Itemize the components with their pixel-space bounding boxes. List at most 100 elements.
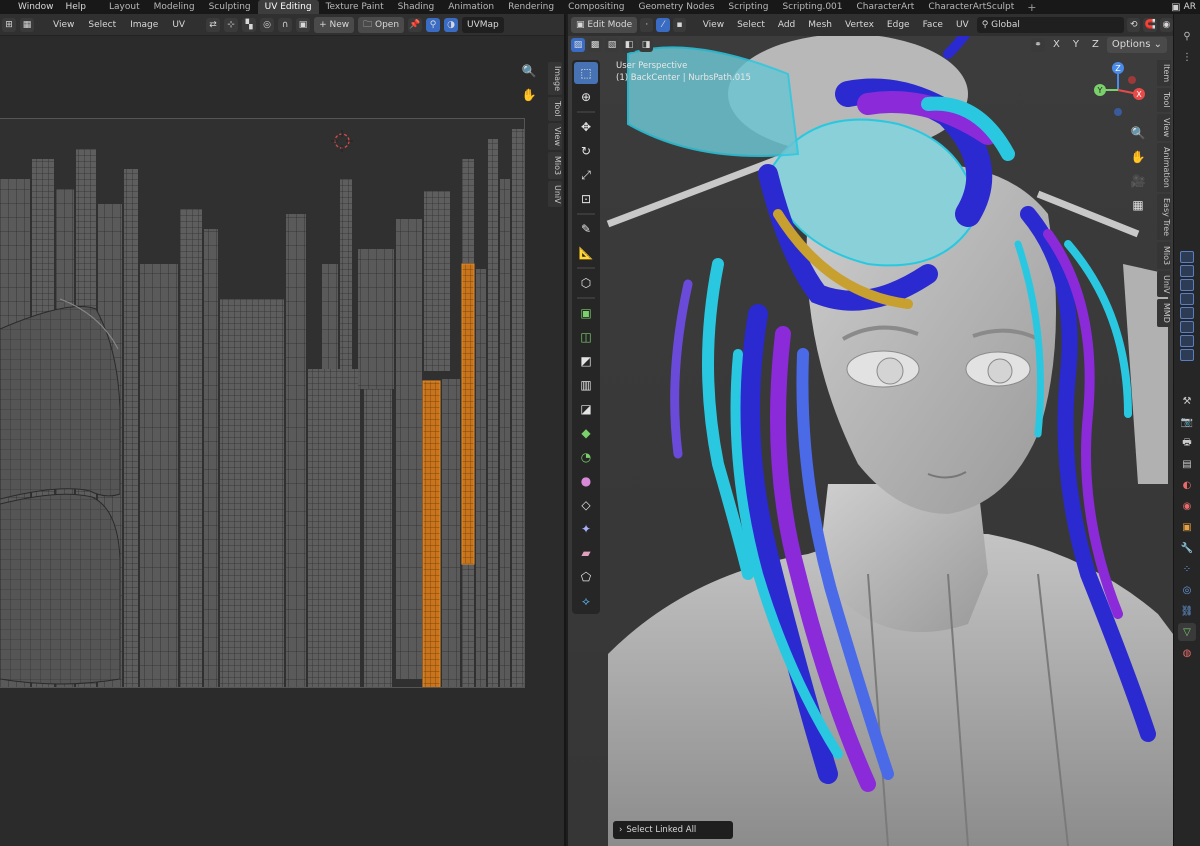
inset-tool-icon[interactable]: ◫ [574,326,598,348]
outliner-mesh-icon[interactable] [1180,265,1194,277]
measure-tool-icon[interactable]: 📐 [574,242,598,264]
uv-tab-image[interactable]: Image [548,62,562,96]
physics-props-icon[interactable]: ◎ [1178,581,1196,599]
spin-tool-icon[interactable]: ◔ [574,446,598,468]
vp-zoom-icon[interactable]: 🔍 [1127,122,1149,144]
uv-tool-extra-icon[interactable]: ⟡ [574,590,598,612]
pivot-icon[interactable]: ⟲ [1127,18,1141,32]
pin-icon[interactable]: 📌 [408,17,423,32]
uv-menu-uv[interactable]: UV [167,17,190,33]
rotate-tool-icon[interactable]: ↻ [574,140,598,162]
image-browse-icon[interactable]: ▣ [296,17,311,32]
scene-name[interactable]: AR [1184,2,1196,12]
uv-canvas[interactable] [0,118,525,688]
3d-viewport[interactable]: ▣ Edit Mode · ⁄ ▪ View Select Add Mesh V… [568,14,1173,846]
smooth-tool-icon[interactable]: ● [574,470,598,492]
open-image-button[interactable]: 🗀 Open [358,16,405,33]
uv-tab-view[interactable]: View [548,122,562,150]
output-props-icon[interactable]: 🖶 [1178,434,1196,452]
scale-tool-icon[interactable]: ⤢ [574,164,598,186]
material-props-icon[interactable]: ◍ [1178,644,1196,662]
vp-menu-view[interactable]: View [698,17,729,33]
uv-snap-icon[interactable]: ⊹ [224,17,239,32]
workspace-tab-characterart[interactable]: CharacterArt [850,0,922,14]
vp-menu-vertex[interactable]: Vertex [840,17,879,33]
overlay-icon[interactable]: ◑ [444,17,459,32]
island-select-icon[interactable]: ▚ [242,17,257,32]
vp-tab-mio3[interactable]: Mio3 [1157,241,1171,269]
particles-props-icon[interactable]: ⁘ [1178,560,1196,578]
navigation-gizmo[interactable]: Z X Y [1088,60,1148,120]
uv-zoom-icon[interactable]: 🔍 [518,60,540,82]
workspace-tab-characterartsculpt[interactable]: CharacterArtSculpt [921,0,1021,14]
vp-menu-uv[interactable]: UV [951,17,974,33]
vp-menu-face[interactable]: Face [918,17,948,33]
bevel-tool-icon[interactable]: ◩ [574,350,598,372]
object-props-icon[interactable]: ▣ [1178,518,1196,536]
move-tool-icon[interactable]: ✥ [574,116,598,138]
workspace-tab-modeling[interactable]: Modeling [147,0,202,14]
uv-menu-image[interactable]: Image [125,17,163,33]
workspace-tab-compositing[interactable]: Compositing [561,0,631,14]
last-operator-panel[interactable]: › Select Linked All [613,821,733,839]
uvmap-selector[interactable]: UVMap [462,16,504,33]
camera-view-icon[interactable]: 🎥 [1127,170,1149,192]
outliner-mesh-icon[interactable] [1180,251,1194,263]
workspace-tab-layout[interactable]: Layout [102,0,147,14]
uv-2d-cursor-icon[interactable] [331,130,353,152]
annotate-tool-icon[interactable]: ✎ [574,218,598,240]
workspace-tab-scripting[interactable]: Scripting [721,0,775,14]
outliner-mesh-icon[interactable] [1180,349,1194,361]
vp-pan-icon[interactable]: ✋ [1127,146,1149,168]
proportional-icon[interactable]: ◉ [1159,18,1173,32]
extrude-tool-icon[interactable]: ▣ [574,302,598,324]
workspace-tab-animation[interactable]: Animation [441,0,501,14]
cursor-tool-icon[interactable]: ⊕ [574,86,598,108]
menu-window[interactable]: Window [0,0,60,14]
uv-select-mode-icon[interactable]: ▦ [20,17,34,32]
uv-pan-icon[interactable]: ✋ [518,84,540,106]
shear-tool-icon[interactable]: ▰ [574,542,598,564]
outliner-filter-icon[interactable]: ⚲ [1178,27,1196,45]
uv-editor[interactable]: ⊞ ▦ View Select Image UV ⇄ ⊹ ▚ ◎ ∩ ▣ + N… [0,14,566,846]
scene-icon[interactable]: ▣ [1171,2,1180,13]
outliner-mesh-icon[interactable] [1180,307,1194,319]
mirror-x-toggle[interactable]: X [1048,37,1065,53]
select-intersect-icon[interactable]: ◨ [639,38,653,52]
select-extend-icon[interactable]: ▩ [588,38,602,52]
workspace-tab-uv-editing[interactable]: UV Editing [257,0,319,14]
outliner-mesh-icon[interactable] [1180,321,1194,333]
new-image-button[interactable]: + New [314,16,355,33]
scene-dots-icon[interactable]: ⋮ [1178,48,1196,66]
uv-tool-icon[interactable]: ⚲ [426,17,441,32]
data-props-icon[interactable]: ▽ [1178,623,1196,641]
menu-help[interactable]: Help [60,0,93,14]
mirror-icon[interactable]: ⚭ [1031,38,1046,52]
vertex-select-icon[interactable]: · [640,18,654,32]
vp-tab-univ[interactable]: UniV [1157,270,1171,298]
proportional-edit-icon[interactable]: ◎ [260,17,275,32]
mirror-y-toggle[interactable]: Y [1068,37,1084,53]
edge-slide-tool-icon[interactable]: ◇ [574,494,598,516]
mode-selector[interactable]: ▣ Edit Mode [571,17,638,33]
scene-props-icon[interactable]: ◐ [1178,476,1196,494]
world-props-icon[interactable]: ◉ [1178,497,1196,515]
uv-tab-tool[interactable]: Tool [548,97,562,121]
add-cube-tool-icon[interactable]: ⬡ [574,272,598,294]
uv-sync-icon[interactable]: ⇄ [206,17,221,32]
face-select-icon[interactable]: ▪ [672,18,687,32]
select-subtract-icon[interactable]: ▧ [605,38,619,52]
outliner-mesh-icon[interactable] [1180,335,1194,347]
snap-icon[interactable]: 🧲 [1143,18,1157,32]
constraints-props-icon[interactable]: ⛓ [1178,602,1196,620]
tool-props-icon[interactable]: ⚒ [1178,392,1196,410]
vp-menu-select[interactable]: Select [732,17,770,33]
options-dropdown[interactable]: Options ⌄ [1106,37,1167,53]
vp-menu-edge[interactable]: Edge [882,17,915,33]
workspace-tab-sculpting[interactable]: Sculpting [202,0,258,14]
falloff-icon[interactable]: ∩ [278,17,293,32]
edge-select-icon[interactable]: ⁄ [656,18,670,32]
add-workspace-icon[interactable]: + [1021,1,1042,14]
rip-tool-icon[interactable]: ⬠ [574,566,598,588]
vp-menu-add[interactable]: Add [773,17,800,33]
